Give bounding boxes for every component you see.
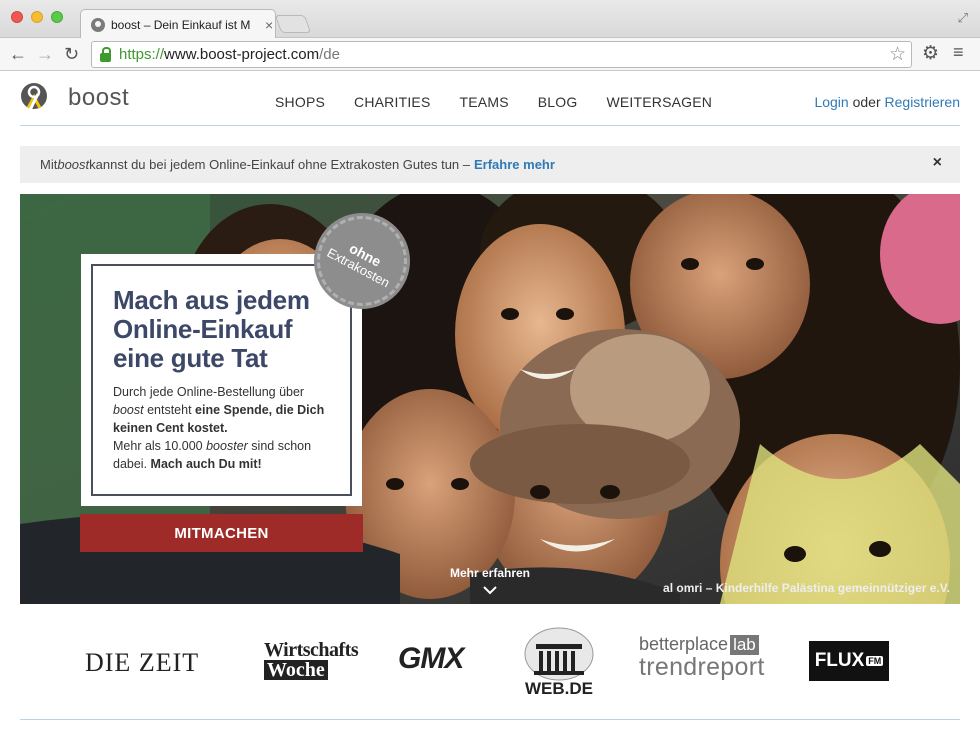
header-divider	[20, 125, 960, 126]
flux-text: FLUX	[814, 650, 865, 671]
forward-arrow-icon[interactable]: →	[36, 43, 54, 65]
chevron-down-icon[interactable]	[482, 582, 498, 598]
hero-text-part: Durch jede Online-Bestellung über	[113, 385, 305, 399]
browser-toolbar: ← → ↻ https:// www.boost-project.com /de…	[0, 38, 980, 71]
oder-text: oder	[852, 94, 881, 110]
bookmark-star-icon[interactable]: ☆	[889, 43, 906, 66]
bp-line2: trendreport	[639, 653, 765, 681]
reload-icon[interactable]: ↻	[64, 43, 79, 65]
logo-text[interactable]: boost	[68, 84, 129, 112]
info-banner: Mit boost kannst du bei jedem Online-Ein…	[20, 146, 960, 183]
lock-icon	[100, 46, 111, 62]
flux-fm-text: FM	[866, 656, 884, 666]
site-header: boost SHOPS CHARITIES TEAMS BLOG WEITERS…	[0, 72, 980, 127]
url-scheme: https://	[119, 46, 165, 63]
join-button[interactable]: MITMACHEN	[80, 514, 363, 552]
tab-title: boost – Dein Einkauf ist M	[111, 17, 251, 32]
wiwo-line1: Wirtschafts	[264, 639, 359, 661]
browser-tab[interactable]: boost – Dein Einkauf ist M ×	[80, 9, 276, 39]
nav-teams[interactable]: TEAMS	[460, 94, 509, 110]
url-path: /de	[319, 46, 340, 63]
info-text-after: kannst du bei jedem Online-Einkauf ohne …	[89, 157, 470, 172]
login-link[interactable]: Login	[814, 94, 848, 110]
register-link[interactable]: Registrieren	[885, 94, 960, 110]
hero-card-frame: Mach aus jedem Online-Einkauf eine gute …	[91, 264, 352, 496]
tab-close-icon[interactable]: ×	[265, 17, 273, 33]
hero-title-line: eine gute Tat	[113, 343, 268, 373]
betterplace-lab-logo: betterplace lab trendreport	[639, 634, 765, 682]
hero-title-line: Mach aus jedem	[113, 285, 310, 315]
hero-text-part: Mehr als 10.000	[113, 439, 207, 453]
close-window-button[interactable]	[11, 11, 23, 23]
webde-logo-text: WEB.DE	[525, 679, 593, 698]
maximize-window-button[interactable]	[51, 11, 63, 23]
info-text-before: Mit	[40, 157, 58, 172]
nav-weitersagen[interactable]: WEITERSAGEN	[606, 94, 712, 110]
learn-more-link[interactable]: Erfahre mehr	[474, 157, 555, 172]
hero-title-line: Online-Einkauf	[113, 314, 293, 344]
back-arrow-icon[interactable]: ←	[9, 43, 27, 65]
browser-titlebar: boost – Dein Einkauf ist M × ⤢	[0, 0, 980, 39]
hero-text-part: entsteht	[143, 403, 196, 417]
close-icon[interactable]: ×	[933, 154, 942, 172]
info-brand: boost	[57, 157, 90, 172]
main-nav: SHOPS CHARITIES TEAMS BLOG WEITERSAGEN	[275, 94, 741, 110]
hero-title: Mach aus jedem Online-Einkauf eine gute …	[113, 286, 330, 373]
press-logos: DIE ZEIT Wirtschafts Woche GMX WEB.DE be…	[0, 610, 980, 715]
menu-icon[interactable]: ≡	[953, 42, 964, 63]
gear-icon[interactable]: ⚙	[922, 42, 939, 65]
learn-more-label[interactable]: Mehr erfahren	[430, 566, 550, 580]
hero-text-bold: Mach auch Du mit!	[150, 457, 262, 471]
hero-card: Mach aus jedem Online-Einkauf eine gute …	[81, 254, 362, 506]
photo-credit: al omri – Kinderhilfe Palästina gemeinnü…	[663, 581, 950, 595]
bp-line1: betterplace	[639, 634, 729, 654]
nav-shops[interactable]: SHOPS	[275, 94, 325, 110]
bp-lab: lab	[730, 635, 759, 655]
footer-divider	[20, 719, 960, 720]
boost-logo-icon[interactable]	[19, 82, 49, 114]
wirtschaftswoche-logo: Wirtschafts Woche	[264, 640, 360, 682]
fullscreen-icon[interactable]: ⤢	[958, 10, 968, 26]
url-host: www.boost-project.com	[164, 46, 320, 63]
die-zeit-logo: DIE ZEIT	[85, 648, 200, 677]
gmx-logo: GMX	[398, 642, 464, 675]
address-bar[interactable]: https:// www.boost-project.com /de ☆	[91, 41, 912, 68]
favicon-icon	[91, 17, 105, 32]
hero-text-em: booster	[206, 439, 248, 453]
minimize-window-button[interactable]	[31, 11, 43, 23]
auth-links: Login oder Registrieren	[814, 94, 960, 110]
nav-blog[interactable]: BLOG	[538, 94, 578, 110]
hero-banner: Mach aus jedem Online-Einkauf eine gute …	[20, 194, 960, 604]
new-tab-button[interactable]	[274, 15, 312, 33]
wiwo-line2: Woche	[264, 660, 328, 680]
hero-text-brand: boost	[113, 403, 144, 417]
flux-fm-logo: FLUX FM	[809, 641, 889, 681]
nav-charities[interactable]: CHARITIES	[354, 94, 430, 110]
hero-description: Durch jede Online-Bestellung über boost …	[113, 383, 330, 473]
